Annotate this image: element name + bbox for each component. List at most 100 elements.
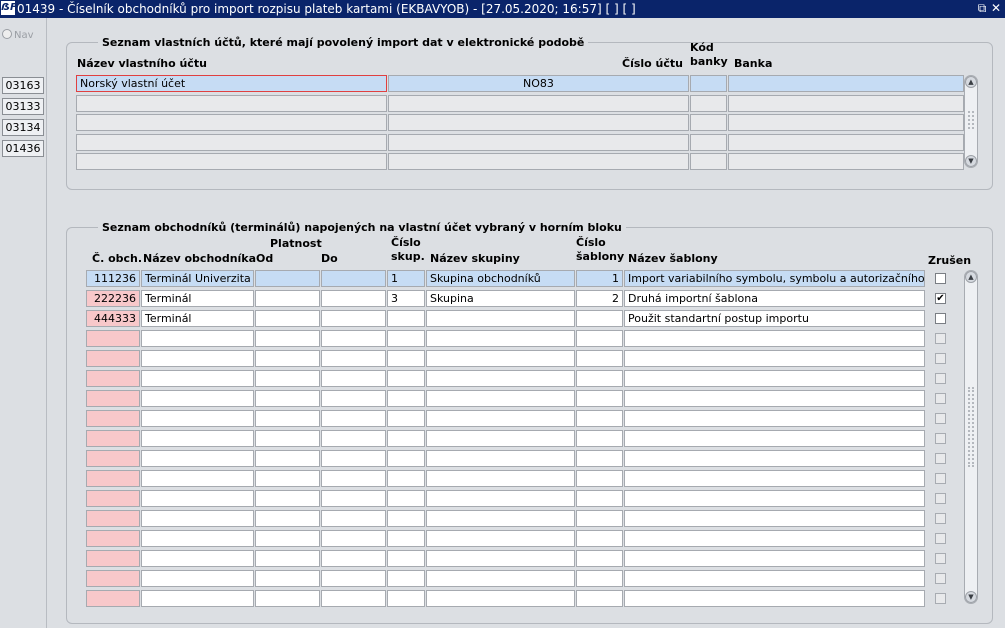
valid-to-field[interactable] <box>321 270 386 287</box>
scroll-grip[interactable] <box>968 387 974 467</box>
template-name-field[interactable] <box>624 450 925 467</box>
template-name-field[interactable] <box>624 550 925 567</box>
valid-from-field[interactable] <box>255 290 320 307</box>
cancelled-checkbox[interactable] <box>935 533 946 544</box>
group-number-field[interactable] <box>387 450 425 467</box>
group-number-field[interactable] <box>387 330 425 347</box>
template-name-field[interactable] <box>624 370 925 387</box>
cancelled-checkbox[interactable] <box>935 493 946 504</box>
merchant-id-field[interactable]: 222236 <box>86 290 140 307</box>
cancelled-checkbox[interactable] <box>935 393 946 404</box>
group-number-field[interactable]: 1 <box>387 270 425 287</box>
merchant-id-field[interactable]: 444333 <box>86 310 140 327</box>
valid-from-field[interactable] <box>255 350 320 367</box>
account-number-field[interactable] <box>388 133 689 151</box>
scroll-up-icon[interactable]: ▲ <box>965 271 977 283</box>
merchant-name-field[interactable] <box>141 570 254 587</box>
group-number-field[interactable] <box>387 370 425 387</box>
merchant-name-field[interactable] <box>141 410 254 427</box>
scroll-grip[interactable] <box>968 111 974 129</box>
valid-to-field[interactable] <box>321 430 386 447</box>
cancelled-checkbox[interactable] <box>935 553 946 564</box>
merchant-id-field[interactable] <box>86 490 140 507</box>
cancelled-checkbox[interactable] <box>935 373 946 384</box>
group-number-field[interactable] <box>387 410 425 427</box>
template-name-field[interactable] <box>624 430 925 447</box>
merchant-name-field[interactable] <box>141 490 254 507</box>
group-name-field[interactable] <box>426 470 575 487</box>
group-number-field[interactable] <box>387 470 425 487</box>
account-number-field[interactable] <box>388 114 689 131</box>
valid-to-field[interactable] <box>321 410 386 427</box>
group-number-field[interactable] <box>387 350 425 367</box>
merchant-id-field[interactable] <box>86 350 140 367</box>
valid-to-field[interactable] <box>321 510 386 527</box>
valid-to-field[interactable] <box>321 350 386 367</box>
template-number-field[interactable] <box>576 390 623 407</box>
bank-field[interactable] <box>728 94 964 112</box>
valid-to-field[interactable] <box>321 450 386 467</box>
group-number-field[interactable] <box>387 530 425 547</box>
merchant-id-field[interactable] <box>86 510 140 527</box>
group-number-field[interactable] <box>387 550 425 567</box>
merchant-name-field[interactable] <box>141 530 254 547</box>
group-number-field[interactable] <box>387 570 425 587</box>
valid-from-field[interactable] <box>255 470 320 487</box>
template-number-field[interactable] <box>576 370 623 387</box>
nav-radio[interactable]: Nav <box>2 29 34 41</box>
template-name-field[interactable] <box>624 330 925 347</box>
group-number-field[interactable]: 3 <box>387 290 425 307</box>
valid-to-field[interactable] <box>321 530 386 547</box>
merchant-name-field[interactable] <box>141 510 254 527</box>
sidebar-button-03133[interactable]: 03133 <box>2 98 44 115</box>
valid-from-field[interactable] <box>255 550 320 567</box>
merchant-name-field[interactable] <box>141 590 254 607</box>
valid-from-field[interactable] <box>255 510 320 527</box>
group-number-field[interactable] <box>387 510 425 527</box>
valid-from-field[interactable] <box>255 270 320 287</box>
valid-to-field[interactable] <box>321 330 386 347</box>
cancelled-checkbox[interactable] <box>935 273 946 284</box>
account-name-field[interactable] <box>76 153 387 170</box>
merchant-name-field[interactable] <box>141 370 254 387</box>
template-name-field[interactable] <box>624 510 925 527</box>
valid-from-field[interactable] <box>255 310 320 327</box>
valid-to-field[interactable] <box>321 290 386 307</box>
template-number-field[interactable]: 1 <box>576 270 623 287</box>
merchant-name-field[interactable] <box>141 330 254 347</box>
scroll-up-icon[interactable]: ▲ <box>965 76 977 88</box>
template-name-field[interactable] <box>624 410 925 427</box>
valid-from-field[interactable] <box>255 370 320 387</box>
template-name-field[interactable] <box>624 590 925 607</box>
cancelled-checkbox[interactable] <box>935 413 946 424</box>
merchant-name-field[interactable]: Terminál Univerzita <box>141 270 254 287</box>
sidebar-button-03163[interactable]: 03163 <box>2 77 44 94</box>
valid-from-field[interactable] <box>255 570 320 587</box>
bank-code-field[interactable] <box>690 133 727 151</box>
merchant-id-field[interactable] <box>86 590 140 607</box>
merchant-name-field[interactable] <box>141 390 254 407</box>
merchant-id-field[interactable] <box>86 330 140 347</box>
valid-from-field[interactable] <box>255 410 320 427</box>
template-number-field[interactable] <box>576 330 623 347</box>
group-number-field[interactable] <box>387 390 425 407</box>
group-number-field[interactable] <box>387 590 425 607</box>
valid-from-field[interactable] <box>255 530 320 547</box>
valid-from-field[interactable] <box>255 450 320 467</box>
template-name-field[interactable] <box>624 570 925 587</box>
account-name-field[interactable] <box>76 133 387 151</box>
group-name-field[interactable] <box>426 310 575 327</box>
sidebar-button-03134[interactable]: 03134 <box>2 119 44 136</box>
cancelled-checkbox[interactable] <box>935 333 946 344</box>
template-number-field[interactable]: 2 <box>576 290 623 307</box>
group-name-field[interactable]: Skupina obchodníků <box>426 270 575 287</box>
valid-from-field[interactable] <box>255 330 320 347</box>
group-name-field[interactable] <box>426 510 575 527</box>
template-number-field[interactable] <box>576 450 623 467</box>
merchant-name-field[interactable] <box>141 350 254 367</box>
group-name-field[interactable] <box>426 350 575 367</box>
template-name-field[interactable] <box>624 530 925 547</box>
close-window-button[interactable]: ✕ <box>990 1 1002 15</box>
merchant-id-field[interactable] <box>86 390 140 407</box>
template-name-field[interactable] <box>624 470 925 487</box>
